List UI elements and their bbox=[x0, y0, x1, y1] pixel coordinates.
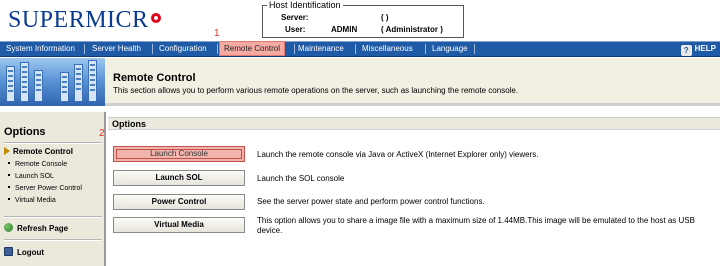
server-rack-icon bbox=[88, 60, 97, 102]
server-rack-icon bbox=[74, 64, 83, 102]
nav-separator bbox=[84, 44, 85, 54]
nav-server-health[interactable]: Server Health bbox=[92, 42, 141, 56]
sidebar-title: Options bbox=[4, 126, 46, 138]
refresh-label: Refresh Page bbox=[17, 224, 69, 233]
nav-separator bbox=[152, 44, 153, 54]
nav-separator bbox=[425, 44, 426, 54]
header: SUPERMICR Host Identification Server: ( … bbox=[0, 0, 720, 40]
host-identification-box: Host Identification Server: ( ) User: AD… bbox=[262, 0, 465, 38]
logout-label: Logout bbox=[17, 248, 45, 257]
options-title: Options bbox=[112, 119, 146, 129]
sidebar-item-remote-console[interactable]: Remote Console bbox=[8, 160, 67, 169]
help-link[interactable]: ? HELP bbox=[680, 42, 716, 56]
server-rack-icon bbox=[60, 72, 69, 102]
sidebar-item-label: Launch SOL bbox=[15, 173, 54, 180]
nav-remote-control[interactable]: Remote Control bbox=[219, 41, 286, 56]
user-role: ( Administrator ) bbox=[381, 25, 443, 34]
page-banner: Remote Control This section allows you t… bbox=[0, 58, 720, 106]
main-content: Options Launch Console Launch the remote… bbox=[108, 112, 720, 266]
user-label: User: bbox=[285, 25, 306, 34]
nav-miscellaneous[interactable]: Miscellaneous bbox=[362, 42, 413, 56]
virtual-media-description: This option allows you to share a image … bbox=[257, 216, 695, 235]
sidebar-item-label: Virtual Media bbox=[15, 197, 56, 204]
nav-separator bbox=[294, 44, 295, 54]
user-value: ADMIN bbox=[331, 25, 358, 34]
virtual-media-button[interactable]: Virtual Media bbox=[113, 217, 245, 233]
server-rack-icon bbox=[20, 62, 29, 102]
power-control-description: See the server power state and perform p… bbox=[257, 197, 485, 206]
bullet-icon bbox=[8, 198, 10, 200]
divider bbox=[4, 240, 102, 241]
server-rack-icon bbox=[34, 70, 43, 102]
sidebar-item-launch-sol[interactable]: Launch SOL bbox=[8, 172, 54, 181]
launch-console-button[interactable]: Launch Console bbox=[113, 146, 245, 162]
server-rack-icon bbox=[6, 66, 15, 102]
launch-sol-description: Launch the SOL console bbox=[257, 174, 345, 183]
launch-sol-button[interactable]: Launch SOL bbox=[113, 170, 245, 186]
nav-separator bbox=[355, 44, 356, 54]
sidebar-item-label: Remote Console bbox=[15, 161, 68, 168]
options-sidebar: Options Remote Control Remote Console La… bbox=[0, 112, 106, 266]
options-header-bar: Options bbox=[108, 117, 720, 130]
nav-separator bbox=[217, 44, 218, 54]
sidebar-item-virtual-media[interactable]: Virtual Media bbox=[8, 196, 56, 205]
divider bbox=[4, 143, 102, 144]
bullet-icon bbox=[8, 162, 10, 164]
help-icon: ? bbox=[680, 45, 692, 56]
logout-icon bbox=[4, 247, 13, 256]
divider bbox=[4, 217, 102, 218]
server-value: ( ) bbox=[381, 13, 389, 22]
launch-console-description: Launch the remote console via Java or Ac… bbox=[257, 150, 539, 159]
refresh-page-link[interactable]: Refresh Page bbox=[4, 223, 68, 234]
server-room-image bbox=[0, 58, 105, 106]
host-identification-legend: Host Identification bbox=[267, 0, 343, 11]
nav-maintenance[interactable]: Maintenance bbox=[298, 42, 344, 56]
logo-text: SUPERMICR bbox=[8, 7, 149, 33]
sidebar-item-server-power-control[interactable]: Server Power Control bbox=[8, 184, 82, 193]
bullet-icon bbox=[8, 174, 10, 176]
supermicro-logo: SUPERMICR bbox=[8, 7, 161, 33]
nav-separator bbox=[474, 44, 475, 54]
logout-link[interactable]: Logout bbox=[4, 247, 44, 258]
power-control-button[interactable]: Power Control bbox=[113, 194, 245, 210]
nav-configuration[interactable]: Configuration bbox=[159, 42, 207, 56]
bullet-icon bbox=[8, 186, 10, 188]
arrow-right-icon bbox=[4, 147, 10, 155]
annotation-marker-2: 2 bbox=[99, 128, 105, 139]
host-server-row: Server: ( ) bbox=[263, 12, 465, 23]
page-title: Remote Control bbox=[113, 72, 196, 84]
main-nav: System Information Server Health Configu… bbox=[0, 41, 720, 57]
annotation-marker-1: 1 bbox=[214, 28, 220, 39]
host-user-row: User: ADMIN ( Administrator ) bbox=[263, 24, 465, 35]
server-label: Server: bbox=[281, 13, 309, 22]
refresh-icon bbox=[4, 223, 13, 232]
logo-dot-icon bbox=[150, 13, 161, 23]
nav-system-information[interactable]: System Information bbox=[6, 42, 75, 56]
sidebar-item-label: Server Power Control bbox=[15, 185, 82, 192]
help-label: HELP bbox=[694, 44, 716, 53]
nav-language[interactable]: Language bbox=[432, 42, 468, 56]
page-description: This section allows you to perform vario… bbox=[113, 86, 519, 95]
sidebar-section-remote-control[interactable]: Remote Control bbox=[4, 147, 73, 157]
sidebar-section-label: Remote Control bbox=[13, 147, 73, 156]
